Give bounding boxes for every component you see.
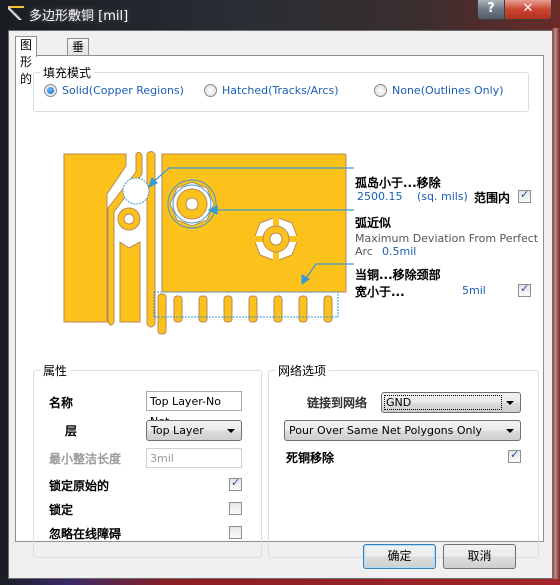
layer-select-value: Top Layer [151, 424, 204, 437]
radio-dot [44, 84, 57, 97]
arc-desc-line2: Arc [355, 245, 373, 258]
ignore-obstacles-checkbox[interactable] [229, 526, 242, 539]
pour-over-select[interactable]: Pour Over Same Net Polygons Only [284, 420, 521, 441]
properties-label: 属性 [40, 362, 71, 379]
min-length-field: 3mil [146, 448, 242, 468]
radio-hatched[interactable]: Hatched(Tracks/Arcs) [204, 84, 338, 97]
island-marker [122, 177, 150, 205]
radio-dot [204, 84, 217, 97]
layer-select[interactable]: Top Layer [146, 420, 242, 441]
title-bar[interactable]: 多边形敷铜 [mil] ? ✕ [0, 0, 560, 28]
radio-none-label: None(Outlines Only) [392, 84, 504, 97]
island-range-checkbox[interactable] [518, 188, 531, 203]
cancel-button[interactable]: 取消 [443, 544, 516, 569]
name-label: 名称 [49, 396, 74, 410]
connect-net-label: 链接到网络 [307, 396, 368, 410]
fill-mode-label: 填充模式 [40, 64, 95, 81]
island-area-value[interactable]: 2500.15 [357, 190, 403, 203]
island-title: 孤岛小于...移除 [355, 176, 441, 190]
chevron-down-icon [506, 401, 514, 405]
remove-dead-copper-label: 死铜移除 [286, 451, 335, 465]
tab-graphical[interactable]: 图形的 [15, 36, 38, 86]
neck-width-label: 宽小于... [355, 285, 405, 299]
copper-fingers [157, 293, 333, 335]
focus-rect [384, 395, 502, 410]
remove-dead-copper-checkbox[interactable] [508, 448, 521, 463]
island-area-unit: (sq. mils) [417, 190, 468, 203]
arc-desc-line1: Maximum Deviation From Perfect [355, 232, 539, 245]
lock-primitives-checkbox[interactable] [229, 476, 242, 491]
neck-checkbox[interactable] [518, 282, 531, 297]
arc-title: 弧近似 [355, 216, 392, 230]
dialog-window: 多边形敷铜 [mil] ? ✕ 图形的 垂直外框 填充模式 Solid(Copp… [0, 0, 560, 585]
polygon-preview-diagram [63, 151, 354, 335]
net-options-label: 网络选项 [275, 362, 330, 379]
tab-panel-graphical: 填充模式 Solid(Copper Regions) Hatched(Track… [15, 55, 544, 558]
radio-solid-label: Solid(Copper Regions) [62, 84, 184, 97]
chevron-down-icon [227, 429, 235, 433]
radio-solid[interactable]: Solid(Copper Regions) [44, 84, 184, 97]
dialog-client: 图形的 垂直外框 填充模式 Solid(Copper Regions) Hatc… [8, 30, 553, 579]
help-button[interactable]: ? [477, 0, 505, 20]
island-range-label: 范围内 [474, 191, 511, 205]
tab-vertices[interactable]: 垂直外框 [67, 38, 90, 105]
min-length-label: 最小整洁长度 [49, 452, 122, 466]
copper-left-block [63, 153, 127, 323]
lock-primitives-label: 锁定原始的 [49, 479, 110, 493]
neck-width-value[interactable]: 5mil [462, 284, 486, 297]
locked-checkbox[interactable] [229, 502, 242, 515]
pad-hole [123, 213, 135, 225]
layer-label: 层 [65, 424, 78, 438]
arc-pad-hole [185, 197, 199, 211]
radio-dot [374, 84, 387, 97]
ok-button[interactable]: 确定 [363, 544, 436, 569]
locked-label: 锁定 [49, 503, 74, 517]
fill-mode-group: 填充模式 Solid(Copper Regions) Hatched(Track… [33, 64, 529, 112]
neck-title: 当铜...移除颈部 [355, 268, 441, 282]
connect-net-select[interactable]: GND [381, 392, 521, 413]
window-frame-right [552, 28, 560, 579]
radio-none[interactable]: None(Outlines Only) [374, 84, 504, 97]
polygon-pour-icon [8, 6, 24, 20]
arc-deviation-value[interactable]: 0.5mil [382, 245, 416, 258]
ignore-obstacles-label: 忽略在线障碍 [49, 527, 122, 541]
chevron-down-icon [506, 429, 514, 433]
radio-hatched-label: Hatched(Tracks/Arcs) [222, 84, 339, 97]
copper-pad-lower [119, 241, 141, 323]
pour-over-value: Pour Over Same Net Polygons Only [289, 424, 483, 437]
close-button[interactable]: ✕ [504, 0, 552, 20]
window-title: 多边形敷铜 [mil] [29, 9, 129, 24]
name-field[interactable]: Top Layer-No Net [146, 391, 242, 428]
